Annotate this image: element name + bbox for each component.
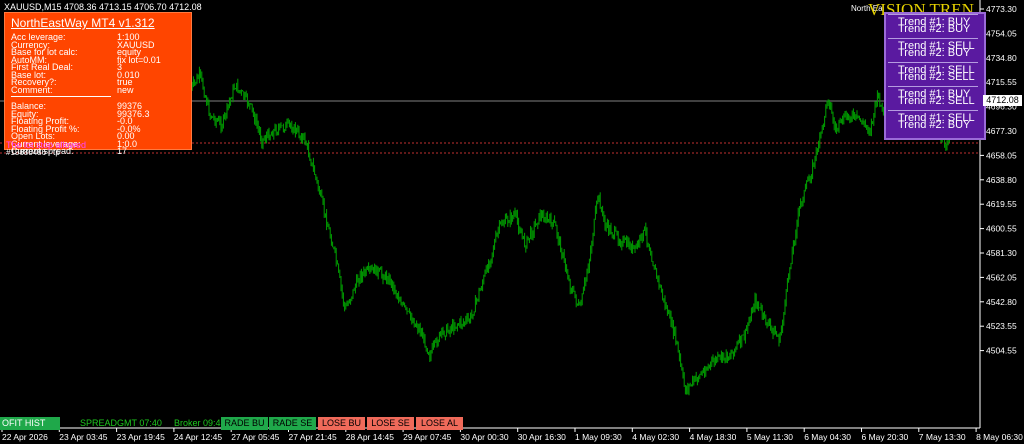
trade-button[interactable]: LOSE BU — [318, 417, 365, 430]
ea-title: NorthEastWay MT4 v1.312 — [11, 16, 155, 30]
broker-time-label: Broker 09:4 — [174, 418, 221, 428]
price-label: 4638.80 — [986, 175, 1017, 185]
trend-2-label: Trend #2: SELL — [898, 95, 975, 107]
trade-button[interactable]: LOSE AL — [416, 417, 463, 430]
trend-cell: Trend #1: SELL Trend #2: BUY — [888, 38, 978, 63]
time-label: 30 Apr 16:30 — [518, 432, 566, 442]
spread-gmt-label: SPREADGMT 07:40 — [80, 418, 162, 428]
price-label: 4504.55 — [986, 346, 1017, 356]
current-price-tag: 4712.08 — [983, 95, 1022, 106]
trend-2-label: Trend #2: SELL — [898, 71, 975, 83]
trend-cell: Trend #1: SELL Trend #2: SELL — [888, 62, 978, 87]
price-label: 4619.55 — [986, 199, 1017, 209]
ea-row-label: Comment: — [11, 84, 53, 95]
trend-panel: Trend #1: BUY Trend #2: BUY Trend #1: SELL… — [884, 12, 986, 140]
trend-2-label: Trend #2: BUY — [898, 119, 971, 131]
price-label: 4773.30 — [986, 4, 1017, 14]
time-label: 23 Apr 19:45 — [117, 432, 165, 442]
time-label: 23 Apr 03:45 — [59, 432, 107, 442]
price-label: 4581.30 — [986, 248, 1017, 258]
order-label: #15680486 r tp — [6, 148, 60, 157]
time-label: 6 May 20:30 — [862, 432, 909, 442]
trend-2-label: Trend #2: BUY — [898, 47, 971, 59]
time-label: 28 Apr 14:45 — [346, 432, 394, 442]
time-label: 7 May 13:30 — [919, 432, 966, 442]
ea-info-panel: NorthEastWay MT4 v1.312 Acc leverage: 1:1… — [4, 12, 192, 156]
ea-row-value: fix lot=0.01 — [117, 54, 161, 65]
price-label: 4523.55 — [986, 321, 1017, 331]
time-label: 30 Apr 00:30 — [460, 432, 508, 442]
price-label: 4734.80 — [986, 53, 1017, 63]
time-label: 4 May 18:30 — [690, 432, 737, 442]
trade-button[interactable]: LOSE SE — [367, 417, 414, 430]
trend-cell: Trend #1: BUY Trend #2: SELL — [888, 86, 978, 111]
time-label: 5 May 11:30 — [747, 432, 793, 442]
profit-history-button[interactable]: OFIT HIST — [0, 417, 60, 430]
time-label: 8 May 06:30 — [976, 432, 1023, 442]
price-label: 4600.55 — [986, 224, 1017, 234]
price-label: 4754.05 — [986, 28, 1017, 38]
time-label: 6 May 04:30 — [804, 432, 851, 442]
ea-row-value: new — [117, 84, 134, 95]
time-label: 4 May 02:30 — [632, 432, 679, 442]
trade-button[interactable]: RADE BU — [221, 417, 268, 430]
ea-row-value: 17 — [117, 146, 128, 156]
chart-title: XAUUSD,M15 4708.36 4713.15 4706.70 4712.… — [4, 2, 202, 12]
trend-cell: Trend #1: SELL Trend #2: BUY — [888, 110, 978, 135]
trend-2-label: Trend #2: BUY — [898, 23, 971, 35]
trend-cell: Trend #1: BUY Trend #2: BUY — [888, 14, 978, 39]
ea-separator — [11, 96, 111, 97]
price-label: 4658.05 — [986, 150, 1017, 160]
time-label: 27 Apr 05:45 — [231, 432, 279, 442]
price-label: 4542.80 — [986, 297, 1017, 307]
time-label: 24 Apr 12:45 — [174, 432, 222, 442]
price-label: 4677.30 — [986, 126, 1017, 136]
trade-button[interactable]: RADE SE — [269, 417, 316, 430]
price-label: 4562.05 — [986, 272, 1017, 282]
time-label: 22 Apr 2026 — [2, 432, 48, 442]
time-label: 29 Apr 07:45 — [403, 432, 451, 442]
time-label: 1 May 09:30 — [575, 432, 622, 442]
price-label: 4715.55 — [986, 77, 1017, 87]
time-label: 27 Apr 21:45 — [289, 432, 337, 442]
